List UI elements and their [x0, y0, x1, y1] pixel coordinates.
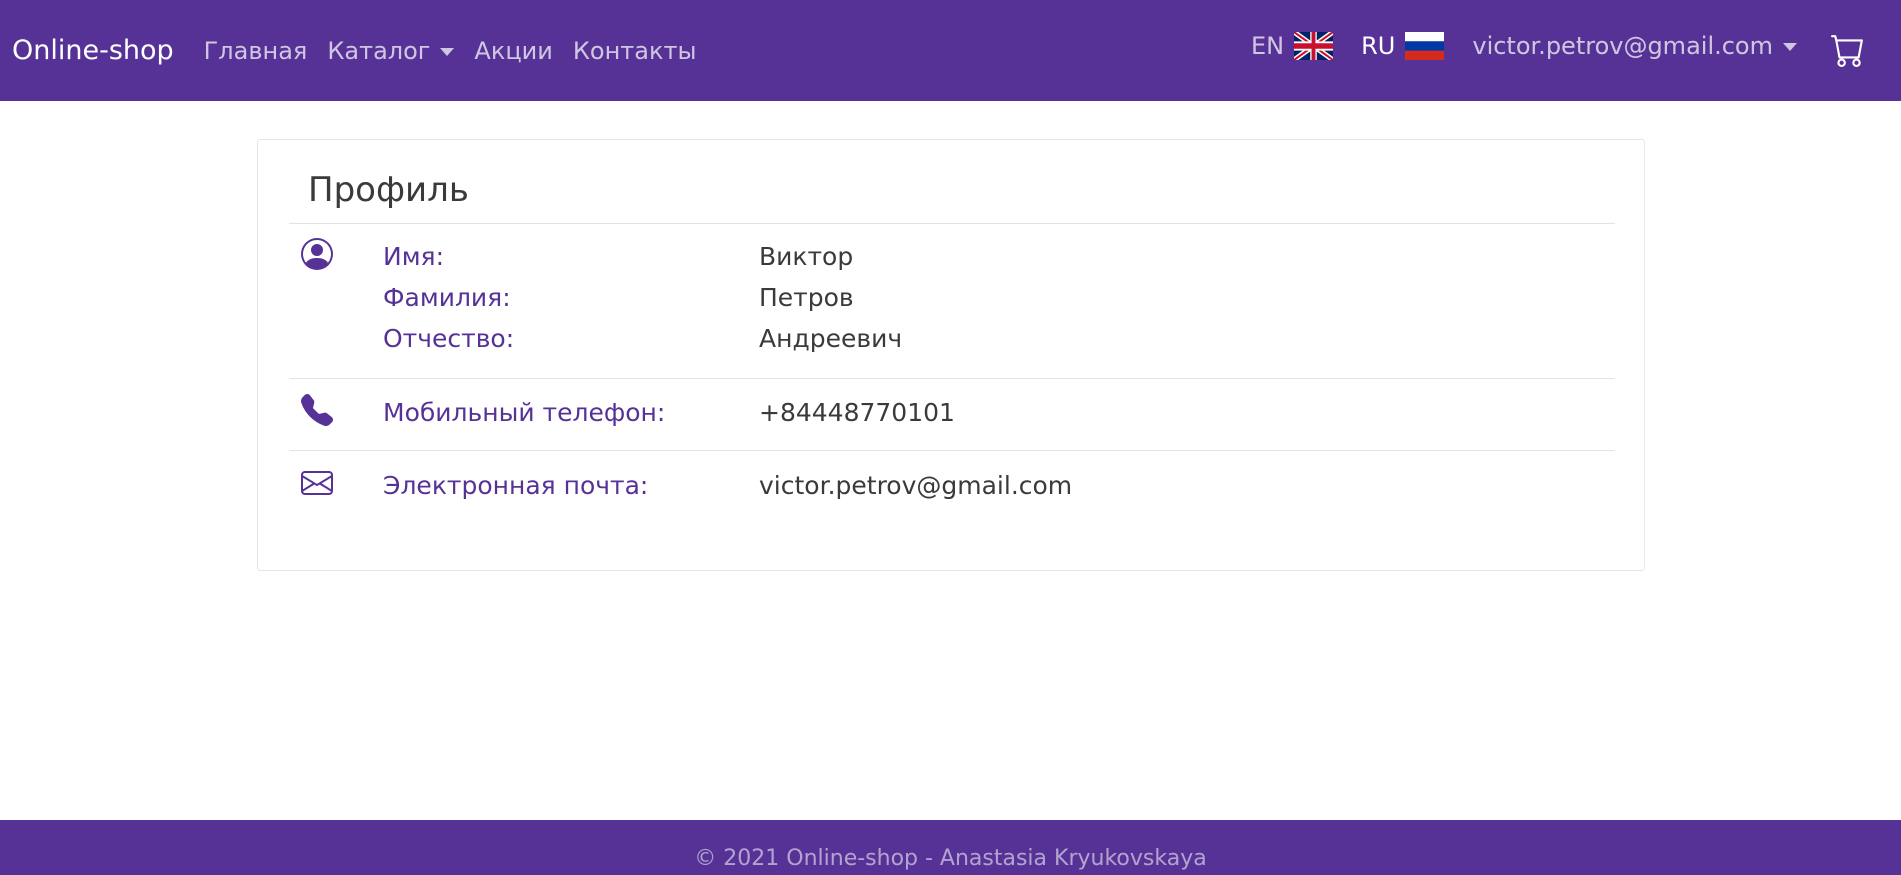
nav-link-home[interactable]: Главная — [204, 37, 308, 65]
phone-section: Мобильный телефон: +84448770101 — [289, 394, 1615, 434]
caret-down-icon — [1783, 42, 1797, 51]
email-value: victor.petrov@gmail.com — [759, 471, 1073, 500]
language-ru-label: RU — [1361, 31, 1396, 60]
russia-flag-icon — [1405, 31, 1445, 60]
last-name-value: Петров — [759, 283, 854, 312]
section-divider — [289, 450, 1615, 451]
last-name-label: Фамилия: — [383, 283, 511, 312]
page-title: Профиль — [308, 170, 469, 210]
phone-label: Мобильный телефон: — [383, 398, 666, 427]
title-divider — [289, 223, 1615, 224]
caret-down-icon — [440, 47, 455, 56]
phone-icon — [301, 394, 333, 426]
nav-link-contacts-label: Контакты — [572, 36, 697, 65]
nav-link-promotions[interactable]: Акции — [474, 37, 552, 65]
cart-icon[interactable] — [1831, 33, 1865, 67]
user-email-label: victor.petrov@gmail.com — [1472, 31, 1773, 60]
nav-link-catalog-dropdown[interactable]: Каталог — [327, 36, 455, 65]
language-en-button[interactable]: EN — [1250, 31, 1334, 60]
patronymic-label: Отчество: — [383, 324, 515, 353]
name-section: Имя: Виктор Фамилия: Петров Отчество: Ан… — [289, 238, 1615, 353]
nav-right: EN RU victor.petrov@gmail.com — [1251, 0, 1901, 101]
brand-link[interactable]: Online-shop — [12, 35, 174, 66]
nav-links: Главная Каталог Акции Контакты — [204, 37, 717, 65]
nav-link-catalog-label: Каталог — [327, 36, 431, 65]
envelope-icon — [301, 471, 333, 495]
navbar: Online-shop Главная Каталог Акции Контак… — [0, 0, 1901, 101]
email-section: Электронная почта: victor.petrov@gmail.c… — [289, 467, 1615, 507]
user-circle-icon — [301, 238, 333, 270]
nav-link-contacts[interactable]: Контакты — [573, 37, 697, 65]
language-ru-button[interactable]: RU — [1361, 31, 1445, 60]
first-name-value: Виктор — [759, 242, 854, 271]
nav-link-home-label: Главная — [203, 36, 308, 65]
profile-card: Профиль Имя: Виктор Фамилия: Петров Отче… — [257, 139, 1645, 571]
footer: © 2021 Online-shop - Anastasia Kryukovsk… — [0, 820, 1901, 875]
first-name-label: Имя: — [383, 242, 445, 271]
language-en-label: EN — [1250, 31, 1285, 60]
uk-flag-icon — [1294, 31, 1334, 60]
user-menu-dropdown[interactable]: victor.petrov@gmail.com — [1472, 32, 1797, 60]
footer-copyright: © 2021 Online-shop - Anastasia Kryukovsk… — [694, 846, 1207, 871]
phone-value: +84448770101 — [759, 398, 955, 427]
section-divider — [289, 378, 1615, 379]
email-label: Электронная почта: — [383, 471, 649, 500]
nav-link-promotions-label: Акции — [474, 36, 553, 65]
patronymic-value: Андреевич — [759, 324, 903, 353]
